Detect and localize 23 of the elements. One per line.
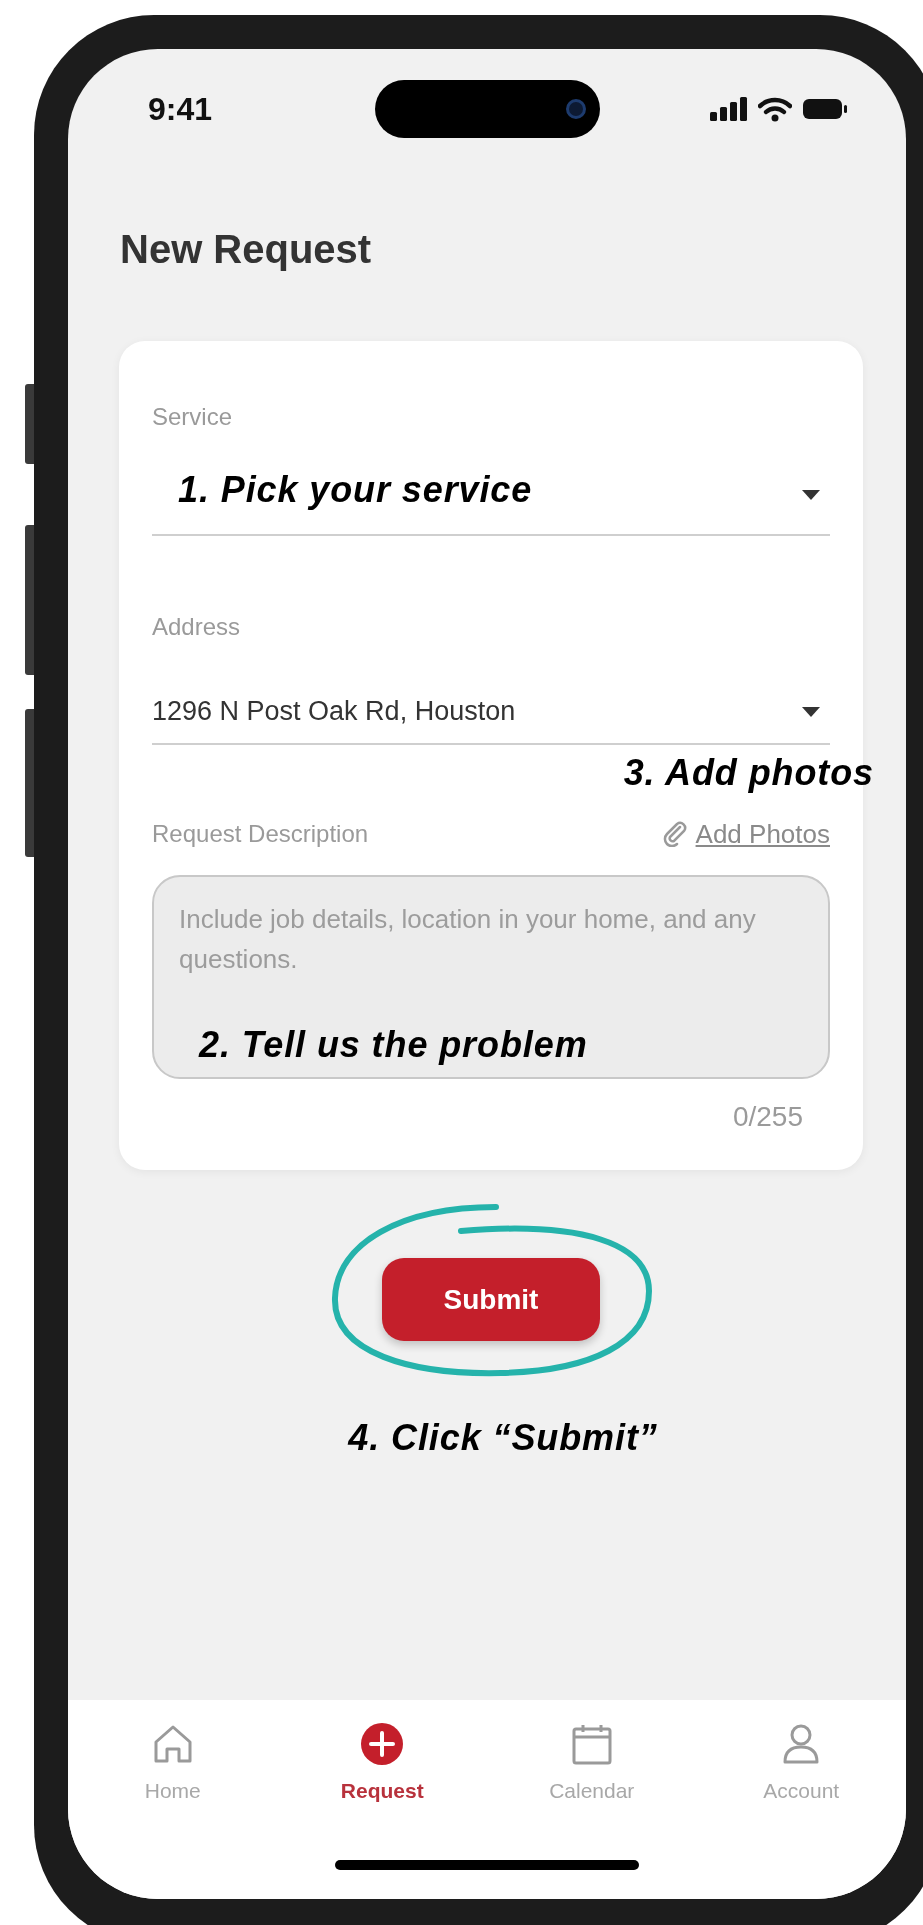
field-label: Request Description [152,820,369,848]
address-dropdown[interactable]: 1296 N Post Oak Rd, Houston [152,641,830,745]
add-photos-link[interactable]: Add Photos [661,820,830,848]
annotation-text: 3. Add photos [623,753,874,793]
caret-icon [802,490,820,500]
paperclip-icon [661,821,688,847]
status-time: 9:41 [148,90,214,129]
plus-circle-icon [360,1722,405,1766]
service-dropdown[interactable]: 1. Pick your service [152,431,830,536]
tab-item[interactable]: Request [277,1722,487,1804]
wifi-icon [758,96,792,122]
annotation-text: 1. Pick your service [177,468,533,512]
field-label: Service [152,403,234,431]
caret-icon [802,707,820,717]
camera-icon [566,99,586,119]
character-counter: 0/255 [732,1101,803,1133]
signal-icon [710,97,748,121]
annotation-text: 4. Click “Submit” [348,1416,658,1460]
annotation-text: 2. Tell us the problem [199,1023,588,1067]
battery-icon [802,98,848,120]
screen-title: New Request [119,226,373,273]
submit-button[interactable]: Submit [382,1258,600,1341]
field-label: Address [152,613,242,641]
